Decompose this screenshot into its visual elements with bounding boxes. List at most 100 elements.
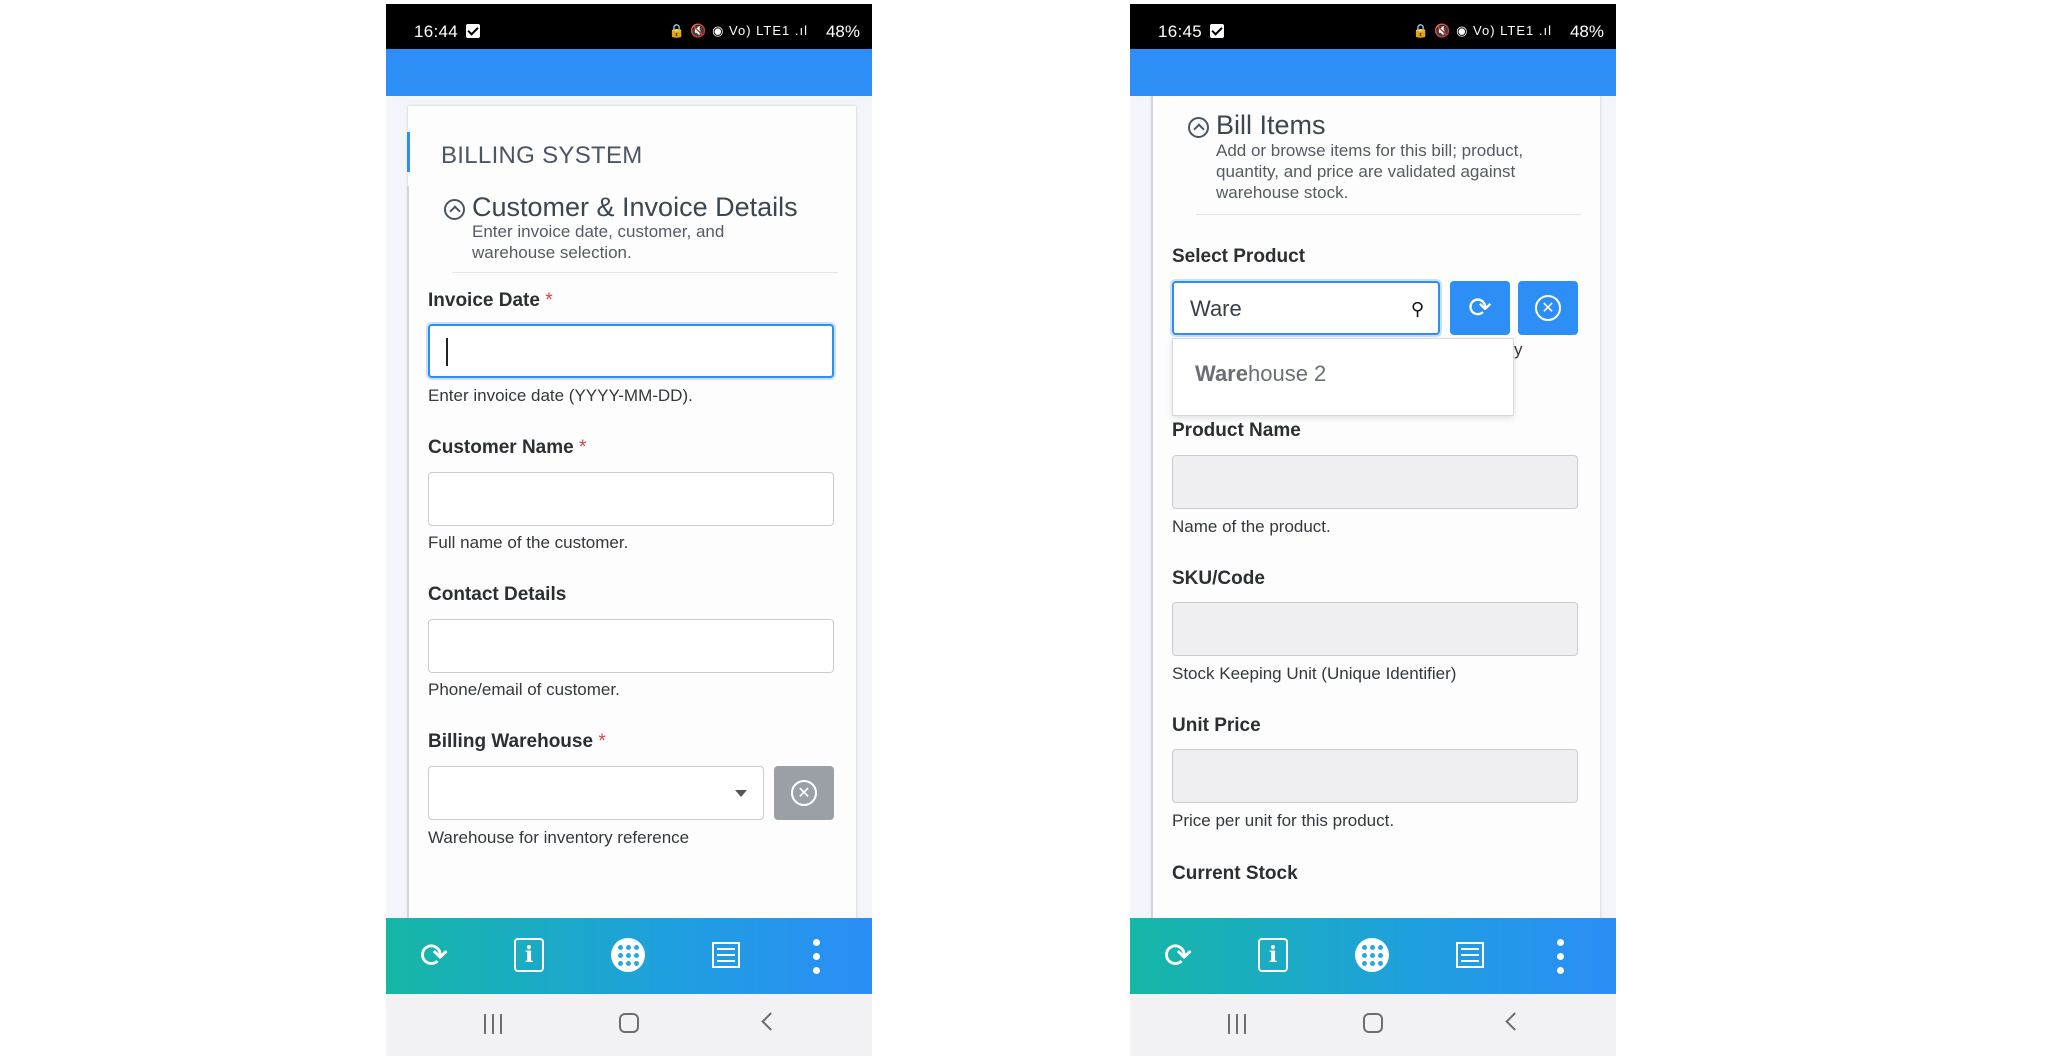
obscured-help-text: y [1514,340,1523,359]
back-icon[interactable] [1505,1012,1524,1031]
unit-price-help: Price per unit for this product. [1172,811,1395,830]
product-name-label: Product Name [1172,420,1301,441]
info-button[interactable]: i [1242,918,1302,994]
section-description-line-1: Enter invoice date, customer, and [472,222,725,241]
section-description-line-2: quantity, and price are validated agains… [1216,162,1516,181]
recent-apps-icon[interactable] [484,1014,504,1034]
required-marker: * [545,290,553,311]
invoice-date-help: Enter invoice date (YYYY-MM-DD). [428,386,693,405]
notification-check-icon [1210,24,1224,38]
collapse-chevron-icon[interactable] [1188,117,1209,138]
status-bar: 16:44 🔒 🔇 ◉ Vo) LTE1 .ıl 48% [386,4,872,49]
search-value: Ware [1190,296,1242,321]
suggestion-item[interactable]: Warehouse 2 [1195,361,1326,387]
select-product-label: Select Product [1172,246,1306,267]
form-card: BILLING SYSTEM Customer & Invoice Detail… [407,106,856,918]
sku-help: Stock Keeping Unit (Unique Identifier) [1172,664,1457,683]
collapse-chevron-icon[interactable] [444,199,465,220]
app-bar [1130,49,1616,96]
more-options-icon[interactable] [786,918,846,994]
clear-warehouse-button[interactable]: ✕ [774,766,834,820]
battery-level: 48% [1569,22,1604,41]
unit-price-input[interactable] [1172,749,1578,803]
product-name-help: Name of the product. [1172,517,1331,536]
required-marker: * [598,731,606,752]
contact-details-label: Contact Details [428,584,566,606]
invoice-date-input[interactable] [428,324,834,378]
info-icon: i [1258,938,1288,972]
contact-details-label-text: Contact Details [428,584,567,605]
required-marker: * [579,437,587,458]
info-button[interactable]: i [498,918,558,994]
card-title: BILLING SYSTEM [441,142,643,169]
clear-product-button[interactable]: ✕ [1518,281,1578,335]
grid-icon [611,938,645,972]
grid-icon [1355,938,1389,972]
billing-warehouse-label-text: Billing Warehouse [428,731,594,752]
section-title[interactable]: Customer & Invoice Details [472,192,798,223]
phone-screen-right: 16:45 🔒 🔇 ◉ Vo) LTE1 .ıl 48% Bill Items … [1130,4,1616,1056]
notification-check-icon [466,24,480,38]
apps-grid-button[interactable] [597,918,657,994]
section-divider [452,272,838,273]
card-left-rule [407,186,409,918]
more-options-icon[interactable] [1530,918,1590,994]
refresh-icon[interactable]: ⟳ [404,918,464,994]
sku-label: SKU/Code [1172,568,1265,589]
suggestion-match: Ware [1195,361,1248,386]
form-card: Bill Items Add or browse items for this … [1151,96,1600,918]
customer-name-label-text: Customer Name [428,437,574,458]
status-time: 16:45 [1158,22,1203,41]
unit-price-label: Unit Price [1172,715,1261,736]
home-icon[interactable] [619,1013,639,1033]
dropdown-arrow-icon [735,790,747,797]
section-divider [1196,214,1582,215]
section-description-line-2: warehouse selection. [472,243,632,262]
battery-level: 48% [825,22,860,41]
product-suggestions-dropdown: Warehouse 2 [1172,338,1514,416]
close-circle-icon: ✕ [1535,295,1561,321]
status-icons: 🔒 🔇 ◉ Vo) LTE1 .ıl [668,23,808,38]
product-name-input[interactable] [1172,455,1578,509]
suggestion-rest: house 2 [1247,361,1327,386]
customer-name-label: Customer Name * [428,437,586,459]
card-left-rule [1151,96,1153,918]
section-title[interactable]: Bill Items [1216,110,1326,141]
card-accent-bar [407,132,410,172]
status-time: 16:44 [414,22,459,41]
status-icons: 🔒 🔇 ◉ Vo) LTE1 .ıl [1412,23,1552,38]
status-bar: 16:45 🔒 🔇 ◉ Vo) LTE1 .ıl 48% [1130,4,1616,49]
text-caret [446,338,448,366]
back-icon[interactable] [761,1012,780,1031]
billing-warehouse-help: Warehouse for inventory reference [428,828,690,847]
system-navigation [1130,994,1616,1056]
contact-details-input[interactable] [428,619,834,673]
refresh-products-button[interactable]: ⟳ [1450,281,1510,335]
section-description-line-1: Add or browse items for this bill; produ… [1216,141,1524,160]
product-search-input[interactable]: Ware ⚲ [1172,281,1440,335]
sku-input[interactable] [1172,602,1578,656]
customer-name-input[interactable] [428,472,834,526]
list-icon [712,942,740,968]
form-content[interactable]: BILLING SYSTEM Customer & Invoice Detail… [386,96,872,918]
app-bar [386,49,872,96]
apps-grid-button[interactable] [1341,918,1401,994]
close-circle-icon: ✕ [791,780,817,806]
list-button[interactable] [1440,918,1500,994]
info-icon: i [514,938,544,972]
system-navigation [386,994,872,1056]
form-content[interactable]: Bill Items Add or browse items for this … [1130,96,1616,918]
bottom-navigation: ⟳ i [1130,918,1616,994]
billing-warehouse-select[interactable] [428,766,764,820]
bottom-navigation: ⟳ i [386,918,872,994]
current-stock-label: Current Stock [1172,863,1298,884]
refresh-icon: ⟳ [1468,291,1492,324]
contact-details-help: Phone/email of customer. [428,680,620,699]
refresh-icon[interactable]: ⟳ [1148,918,1208,994]
recent-apps-icon[interactable] [1228,1014,1248,1034]
search-icon[interactable]: ⚲ [1411,299,1424,320]
invoice-date-label: Invoice Date * [428,290,553,312]
list-button[interactable] [696,918,756,994]
billing-warehouse-label: Billing Warehouse * [428,731,606,753]
home-icon[interactable] [1363,1013,1383,1033]
